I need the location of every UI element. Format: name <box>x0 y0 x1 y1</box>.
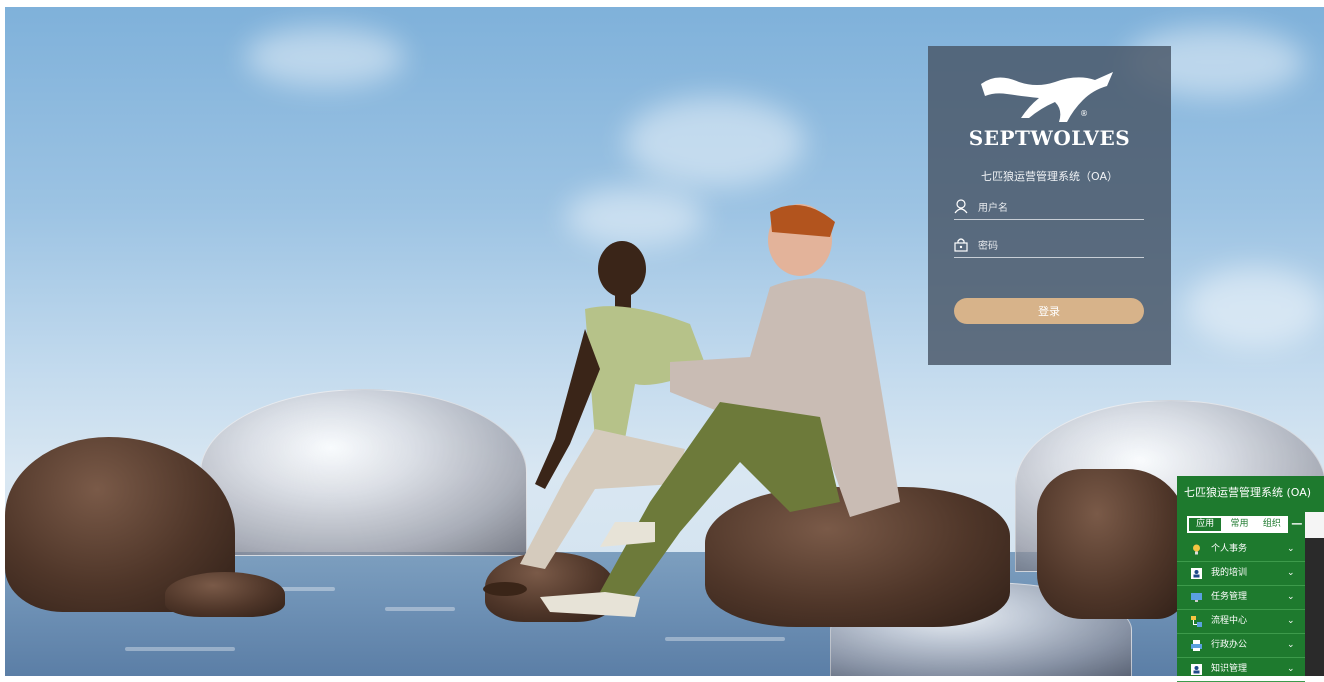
background-photo: ® SEPTWOLVES 七匹狼运营管理系统（OA） 登录 <box>5 7 1324 676</box>
oa-widget: 七匹狼运营管理系统 (OA) 应用 常用 组织 − 个人事务 ⌄ 我的培训 ⌄ … <box>1177 476 1324 682</box>
menu-item-admin-office[interactable]: 行政办公 ⌄ <box>1177 634 1305 658</box>
tab-apps[interactable]: 应用 <box>1189 518 1222 531</box>
cloud <box>625 97 805 187</box>
tab-organization[interactable]: 组织 <box>1256 516 1288 533</box>
person-right <box>540 204 900 617</box>
widget-side-top <box>1305 512 1324 538</box>
chevron-down-icon: ⌄ <box>1287 568 1295 578</box>
chevron-down-icon: ⌄ <box>1287 592 1295 602</box>
chevron-down-icon: ⌄ <box>1287 544 1295 554</box>
widget-title: 七匹狼运营管理系统 (OA) <box>1184 486 1312 499</box>
person-card-icon <box>1191 664 1202 675</box>
rock <box>1037 469 1187 619</box>
username-field[interactable] <box>954 197 1144 220</box>
rock <box>165 572 285 617</box>
lightbulb-icon <box>1193 544 1200 555</box>
cloud <box>245 27 405 87</box>
monitor-icon <box>1191 593 1202 602</box>
user-icon <box>954 199 968 214</box>
chevron-down-icon: ⌄ <box>1287 664 1295 674</box>
lock-icon <box>954 238 968 252</box>
menu-item-process-center[interactable]: 流程中心 ⌄ <box>1177 610 1305 634</box>
menu-label: 任务管理 <box>1211 592 1248 602</box>
menu-item-task-management[interactable]: 任务管理 ⌄ <box>1177 586 1305 610</box>
widget-tabs: 应用 常用 组织 <box>1187 516 1288 533</box>
cloud <box>1185 267 1324 347</box>
menu-item-my-training[interactable]: 我的培训 ⌄ <box>1177 562 1305 586</box>
water-ripple <box>385 607 455 611</box>
flow-icon <box>1191 616 1202 627</box>
widget-tab-row: 应用 常用 组织 − <box>1177 512 1324 538</box>
brand-name: SEPTWOLVES <box>968 126 1131 150</box>
printer-icon <box>1191 640 1202 651</box>
collapse-button[interactable]: − <box>1290 516 1304 533</box>
system-title: 七匹狼运营管理系统（OA） <box>981 170 1118 183</box>
login-card: ® SEPTWOLVES 七匹狼运营管理系统（OA） 登录 <box>928 46 1171 365</box>
password-field[interactable] <box>954 235 1144 258</box>
username-input[interactable] <box>976 198 1140 218</box>
water-ripple <box>665 637 785 641</box>
menu-label: 知识管理 <box>1211 664 1248 674</box>
wolf-logo-icon <box>981 72 1113 122</box>
password-input[interactable] <box>976 236 1140 256</box>
menu-label: 个人事务 <box>1211 544 1248 554</box>
menu-label: 我的培训 <box>1211 568 1248 578</box>
menu-label: 行政办公 <box>1211 640 1248 650</box>
chevron-down-icon: ⌄ <box>1287 640 1295 650</box>
tab-frequent[interactable]: 常用 <box>1223 516 1255 533</box>
widget-menu: 个人事务 ⌄ 我的培训 ⌄ 任务管理 ⌄ 流程中心 ⌄ 行政办公 ⌄ 知识管理 … <box>1177 538 1305 682</box>
registered-mark: ® <box>1080 109 1088 118</box>
chevron-down-icon: ⌄ <box>1287 616 1295 626</box>
water-ripple <box>125 647 235 651</box>
menu-item-personal-affairs[interactable]: 个人事务 ⌄ <box>1177 538 1305 562</box>
login-button[interactable]: 登录 <box>954 298 1144 324</box>
person-card-icon <box>1191 568 1202 579</box>
menu-label: 流程中心 <box>1211 616 1248 626</box>
menu-item-knowledge-management[interactable]: 知识管理 ⌄ <box>1177 658 1305 682</box>
